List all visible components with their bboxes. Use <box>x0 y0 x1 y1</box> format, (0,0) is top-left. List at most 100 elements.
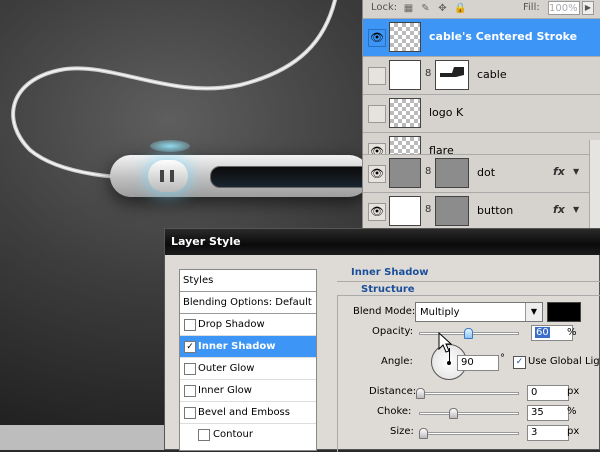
style-item-outer-glow[interactable]: Outer Glow <box>180 358 316 380</box>
section-title: Inner Shadow <box>351 267 429 278</box>
device-screen <box>210 166 372 188</box>
size-label: Size: <box>390 426 414 437</box>
styles-header-label: Styles <box>183 275 214 286</box>
style-item-drop-shadow[interactable]: Drop Shadow <box>180 314 316 336</box>
layer-row[interactable]: logo K <box>363 94 600 132</box>
checkbox[interactable] <box>198 429 210 441</box>
lock-row: Lock: ▦ ✎ ✥ 🔒 Fill: 100% ▶ <box>363 0 600 18</box>
blending-options-label: Blending Options: Default <box>183 297 312 308</box>
fx-icon[interactable]: fx <box>553 203 565 216</box>
lock-label: Lock: <box>371 2 398 13</box>
dialog-title: Layer Style <box>171 235 241 248</box>
eye-icon[interactable]: 👁 <box>368 29 386 47</box>
style-item-label: Outer Glow <box>198 363 255 374</box>
choke-label: Choke: <box>377 406 412 417</box>
opacity-value: 60 <box>535 327 550 338</box>
angle-input[interactable]: 90 <box>457 355 499 371</box>
checkbox[interactable] <box>184 363 196 375</box>
eye-toggle[interactable] <box>368 67 386 85</box>
choke-slider[interactable] <box>419 412 519 415</box>
style-item-inner-glow[interactable]: Inner Glow <box>180 380 316 402</box>
lock-all-icon[interactable]: 🔒 <box>454 3 466 14</box>
shadow-color-swatch[interactable] <box>547 302 581 322</box>
layer-mask-thumbnail <box>435 60 469 90</box>
style-item-label: Bevel and Emboss <box>198 407 290 418</box>
distance-unit: px <box>567 386 580 397</box>
distance-slider-handle[interactable] <box>416 388 425 399</box>
use-global-light-checkbox[interactable]: ✓ <box>513 356 526 369</box>
fill-label: Fill: <box>523 2 540 13</box>
link-icon: 8 <box>425 68 432 79</box>
choke-unit: % <box>567 406 577 417</box>
angle-label: Angle: <box>381 356 413 367</box>
checkbox[interactable] <box>184 385 196 397</box>
layer-mask-thumbnail <box>435 196 469 226</box>
layer-row[interactable]: 👁 cable's Centered Stroke <box>363 18 600 56</box>
layer-thumbnail <box>389 158 421 188</box>
layer-name: button <box>477 204 514 217</box>
size-slider-handle[interactable] <box>419 428 428 439</box>
layer-row[interactable]: 👁 8 dot fx ▼ <box>363 154 600 192</box>
choke-input[interactable]: 35 <box>527 405 569 421</box>
group-title: Structure <box>361 284 415 295</box>
device-glow <box>150 140 190 152</box>
layer-name: dot <box>477 166 496 179</box>
blend-mode-select[interactable]: Multiply ▼ <box>415 302 543 322</box>
layer-thumbnail <box>389 22 421 52</box>
checkbox[interactable] <box>184 319 196 331</box>
mouse-cursor-icon <box>438 332 452 353</box>
distance-slider[interactable] <box>419 392 519 395</box>
layers-panel: Lock: ▦ ✎ ✥ 🔒 Fill: 100% ▶ 👁 cable's Cen… <box>362 0 600 230</box>
angle-value: 90 <box>461 357 474 368</box>
blending-options-item[interactable]: Blending Options: Default <box>180 292 316 314</box>
opacity-slider-handle[interactable] <box>464 328 473 339</box>
layer-thumbnail <box>389 196 421 226</box>
style-item-label: Inner Glow <box>198 385 252 396</box>
chevron-down-icon[interactable]: ▼ <box>525 303 542 321</box>
checkbox[interactable] <box>184 407 196 419</box>
layer-name: logo K <box>429 106 464 119</box>
layer-thumbnail <box>389 60 421 90</box>
lock-position-icon[interactable]: ✥ <box>437 3 448 14</box>
dialog-titlebar[interactable]: Layer Style <box>165 229 600 255</box>
style-item-label: Inner Shadow <box>198 341 276 352</box>
blend-mode-value: Multiply <box>420 307 460 318</box>
style-item-label: Drop Shadow <box>198 319 265 330</box>
eye-toggle[interactable] <box>368 105 386 123</box>
choke-value: 35 <box>531 407 544 418</box>
fill-arrow-icon[interactable]: ▶ <box>582 1 594 15</box>
layer-mask-thumbnail <box>435 158 469 188</box>
blend-mode-label: Blend Mode: <box>353 306 416 317</box>
style-item-contour[interactable]: Contour <box>180 424 316 446</box>
checkbox-checked[interactable]: ✓ <box>184 341 196 353</box>
layer-row[interactable]: 8 cable <box>363 56 600 94</box>
lock-pixels-icon[interactable]: ✎ <box>420 3 431 14</box>
styles-header[interactable]: Styles <box>180 270 316 292</box>
size-input[interactable]: 3 <box>527 425 569 441</box>
section-divider <box>337 281 600 282</box>
style-item-bevel-emboss[interactable]: Bevel and Emboss <box>180 402 316 424</box>
fx-icon[interactable]: fx <box>553 165 565 178</box>
angle-unit: ° <box>500 353 505 364</box>
device-knob <box>148 160 188 192</box>
fill-input[interactable]: 100% <box>548 1 580 15</box>
expand-effects-icon[interactable]: ▼ <box>573 205 579 214</box>
link-icon: 8 <box>425 166 432 177</box>
eye-icon[interactable]: 👁 <box>368 165 386 183</box>
eye-icon[interactable]: 👁 <box>368 203 386 221</box>
distance-input[interactable]: 0 <box>527 385 569 401</box>
layers-scrollbar[interactable] <box>589 140 600 230</box>
choke-slider-handle[interactable] <box>449 408 458 419</box>
layer-name: cable's Centered Stroke <box>429 30 578 43</box>
layer-style-dialog: Layer Style Styles Blending Options: Def… <box>164 228 600 452</box>
distance-label: Distance: <box>369 386 417 397</box>
style-item-inner-shadow[interactable]: ✓ Inner Shadow <box>180 336 316 358</box>
expand-effects-icon[interactable]: ▼ <box>573 167 579 176</box>
layer-row[interactable]: 👁 8 button fx ▼ <box>363 192 600 230</box>
use-global-light-label: Use Global Light <box>528 356 600 367</box>
link-icon: 8 <box>425 204 432 215</box>
distance-value: 0 <box>531 387 538 398</box>
lock-transparency-icon[interactable]: ▦ <box>403 3 414 14</box>
layer-name: cable <box>477 68 507 81</box>
size-slider[interactable] <box>419 432 519 435</box>
